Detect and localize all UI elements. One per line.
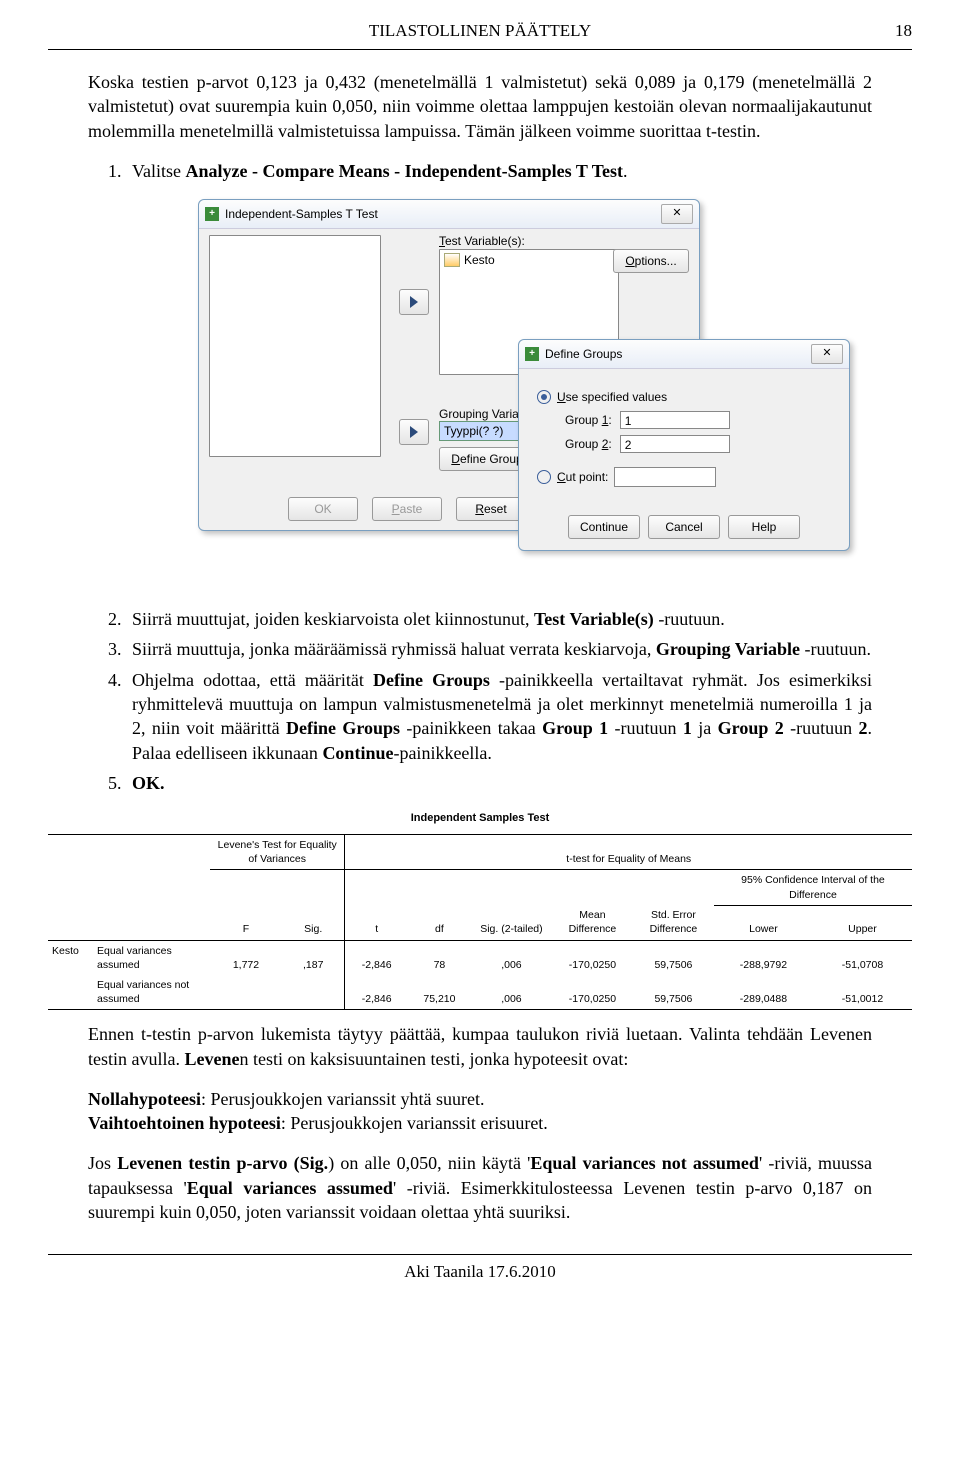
dialog1-title: Independent-Samples T Test [225, 206, 661, 222]
col-lower: Lower [714, 905, 813, 940]
r1-F: 1,772 [210, 940, 282, 975]
close-icon[interactable]: ✕ [661, 204, 693, 224]
dialog2-title: Define Groups [545, 346, 811, 362]
r1-up: -51,0708 [813, 940, 912, 975]
radio-cut-point[interactable] [537, 470, 551, 484]
arrow-right-icon [410, 426, 418, 438]
radio-specified-label: Use specified values [557, 389, 667, 405]
paragraph-2: Ennen t-testin p-arvon lukemista täytyy … [88, 1022, 872, 1071]
grouping-variable-label: Grouping Variabl [439, 406, 528, 422]
levene-header: Levene's Test for Equality of Variances [210, 835, 345, 870]
cut-point-input[interactable] [614, 467, 716, 487]
r1-low: -288,9792 [714, 940, 813, 975]
cancel-button2[interactable]: Cancel [648, 515, 720, 539]
col-df: df [408, 905, 471, 940]
r1-md: -170,0250 [552, 940, 633, 975]
page-footer: Aki Taanila 17.6.2010 [48, 1254, 912, 1284]
row1-label: Equal variances assumed [93, 940, 210, 975]
page-number: 18 [895, 20, 912, 43]
r1-se: 59,7506 [633, 940, 714, 975]
define-groups-dialog: + Define Groups ✕ Use specified values G… [518, 339, 850, 551]
paragraph-3: Jos Levenen testin p-arvo (Sig.) on alle… [88, 1151, 872, 1224]
r2-Sig [282, 975, 345, 1010]
close-icon[interactable]: ✕ [811, 344, 843, 364]
group1-input[interactable]: 1 [620, 411, 730, 429]
r2-sig2: ,006 [471, 975, 552, 1010]
r1-sig2: ,006 [471, 940, 552, 975]
page-header: TILASTOLLINEN PÄÄTTELY 18 [48, 20, 912, 49]
step-2: Siirrä muuttujat, joiden keskiarvoista o… [132, 607, 725, 631]
steps-list-cont: 2. Siirrä muuttujat, joiden keskiarvoist… [108, 607, 872, 795]
scale-icon [444, 253, 460, 267]
ttest-header: t-test for Equality of Means [345, 835, 912, 870]
step-4: Ohjelma odottaa, että määrität Define Gr… [132, 668, 872, 765]
arrow-right-icon [410, 296, 418, 308]
r2-F [210, 975, 282, 1010]
output-title: Independent Samples Test [48, 811, 912, 826]
var-label: Kesto [48, 940, 93, 975]
move-to-grouping-button[interactable] [399, 419, 429, 445]
col-meandiff: Mean Difference [552, 905, 633, 940]
test-variable-item: Kesto [464, 252, 495, 268]
r2-md: -170,0250 [552, 975, 633, 1010]
r1-df: 78 [408, 940, 471, 975]
col-Sig: Sig. [282, 905, 345, 940]
r2-low: -289,0488 [714, 975, 813, 1010]
options-button[interactable]: Options... [613, 249, 689, 273]
col-t: t [345, 905, 408, 940]
spss-output-table: Independent Samples Test Levene's Test f… [48, 811, 912, 1010]
reset-button[interactable]: Reset [456, 497, 526, 521]
dialog-screenshot: + Independent-Samples T Test ✕ Test Vari… [48, 199, 912, 579]
header-rule [48, 49, 912, 50]
continue-button[interactable]: Continue [568, 515, 640, 539]
radio-cut-label: Cut point: [557, 469, 608, 485]
r2-up: -51,0012 [813, 975, 912, 1010]
row2-label: Equal variances not assumed [93, 975, 210, 1010]
col-upper: Upper [813, 905, 912, 940]
step-num: 1. [108, 159, 132, 183]
group1-label: Group 1: [565, 412, 612, 428]
r2-df: 75,210 [408, 975, 471, 1010]
paste-button[interactable]: Paste [372, 497, 442, 521]
group2-label: Group 2: [565, 436, 612, 452]
step-1: Valitse Analyze - Compare Means - Indepe… [132, 159, 628, 183]
r2-se: 59,7506 [633, 975, 714, 1010]
test-variables-label: Test Variable(s): [439, 233, 525, 249]
plus-icon: + [205, 207, 219, 221]
step-5: OK. [132, 771, 165, 795]
col-sediff: Std. Error Difference [633, 905, 714, 940]
move-to-test-button[interactable] [399, 289, 429, 315]
ok-button[interactable]: OK [288, 497, 358, 521]
radio-specified-values[interactable] [537, 390, 551, 404]
plus-icon: + [525, 347, 539, 361]
paragraph-1: Koska testien p-arvot 0,123 ja 0,432 (me… [88, 70, 872, 143]
col-sig2: Sig. (2-tailed) [471, 905, 552, 940]
step-3: Siirrä muuttuja, jonka määräämissä ryhmi… [132, 637, 871, 661]
steps-list: 1. Valitse Analyze - Compare Means - Ind… [108, 159, 872, 183]
help-button[interactable]: Help [728, 515, 800, 539]
col-F: F [210, 905, 282, 940]
r1-t: -2,846 [345, 940, 408, 975]
r1-Sig: ,187 [282, 940, 345, 975]
source-variable-list[interactable] [209, 235, 381, 457]
header-title: TILASTOLLINEN PÄÄTTELY [369, 21, 591, 40]
group2-input[interactable]: 2 [620, 435, 730, 453]
hypotheses: Nollahypoteesi: Perusjoukkojen varianssi… [88, 1087, 872, 1136]
ci-header: 95% Confidence Interval of the Differenc… [714, 870, 912, 905]
r2-t: -2,846 [345, 975, 408, 1010]
